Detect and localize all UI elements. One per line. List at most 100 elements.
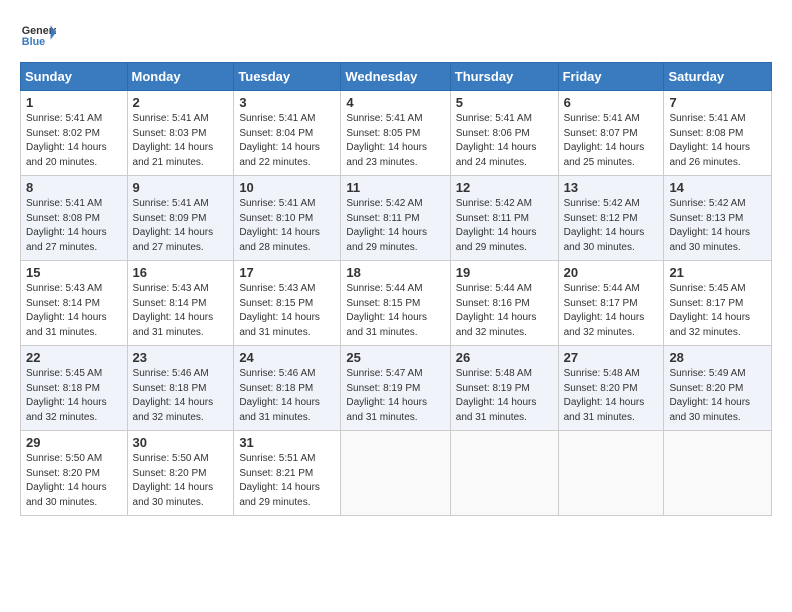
calendar-week-row: 1Sunrise: 5:41 AMSunset: 8:02 PMDaylight… — [21, 91, 772, 176]
header-thursday: Thursday — [450, 63, 558, 91]
day-info: Sunrise: 5:42 AMSunset: 8:13 PMDaylight:… — [669, 197, 766, 255]
day-info: Sunrise: 5:41 AMSunset: 8:08 PMDaylight:… — [669, 112, 766, 170]
day-number: 15 — [26, 265, 122, 280]
header-tuesday: Tuesday — [234, 63, 341, 91]
calendar-cell: 16Sunrise: 5:43 AMSunset: 8:14 PMDayligh… — [127, 261, 234, 346]
day-number: 7 — [669, 95, 766, 110]
day-info: Sunrise: 5:50 AMSunset: 8:20 PMDaylight:… — [133, 452, 229, 510]
day-info: Sunrise: 5:45 AMSunset: 8:17 PMDaylight:… — [669, 282, 766, 340]
calendar-cell: 18 Sunrise: 5:44 AMSunset: 8:15 PMDayligh… — [341, 261, 450, 346]
logo: General Blue — [20, 18, 56, 54]
day-info: Sunrise: 5:51 AMSunset: 8:21 PMDaylight:… — [239, 452, 335, 510]
calendar-cell: 31 Sunrise: 5:51 AMSunset: 8:21 PMDayligh… — [234, 431, 341, 516]
header-friday: Friday — [558, 63, 664, 91]
day-number: 11 — [346, 180, 444, 195]
calendar-cell: 17Sunrise: 5:43 AMSunset: 8:15 PMDayligh… — [234, 261, 341, 346]
day-info: Sunrise: 5:42 AMSunset: 8:11 PMDaylight:… — [456, 197, 553, 255]
day-info: Sunrise: 5:44 AMSunset: 8:15 PMDaylight:… — [346, 282, 444, 340]
day-number: 19 — [456, 265, 553, 280]
calendar-cell: 13 Sunrise: 5:42 AMSunset: 8:12 PMDayligh… — [558, 176, 664, 261]
day-number: 12 — [456, 180, 553, 195]
calendar-cell: 10 Sunrise: 5:41 AMSunset: 8:10 PMDayligh… — [234, 176, 341, 261]
calendar-cell: 9Sunrise: 5:41 AMSunset: 8:09 PMDaylight… — [127, 176, 234, 261]
calendar-cell: 28 Sunrise: 5:49 AMSunset: 8:20 PMDayligh… — [664, 346, 772, 431]
calendar-cell: 11 Sunrise: 5:42 AMSunset: 8:11 PMDayligh… — [341, 176, 450, 261]
calendar-week-row: 29 Sunrise: 5:50 AMSunset: 8:20 PMDayligh… — [21, 431, 772, 516]
day-number: 25 — [346, 350, 444, 365]
day-number: 26 — [456, 350, 553, 365]
day-number: 28 — [669, 350, 766, 365]
day-info: Sunrise: 5:41 AMSunset: 8:04 PMDaylight:… — [239, 112, 335, 170]
calendar-cell: 22Sunrise: 5:45 AMSunset: 8:18 PMDayligh… — [21, 346, 128, 431]
day-info: Sunrise: 5:50 AMSunset: 8:20 PMDaylight:… — [26, 452, 122, 510]
day-number: 17 — [239, 265, 335, 280]
calendar-cell: 15Sunrise: 5:43 AMSunset: 8:14 PMDayligh… — [21, 261, 128, 346]
calendar-table: SundayMondayTuesdayWednesdayThursdayFrid… — [20, 62, 772, 516]
day-number: 16 — [133, 265, 229, 280]
day-number: 4 — [346, 95, 444, 110]
day-number: 27 — [564, 350, 659, 365]
day-info: Sunrise: 5:45 AMSunset: 8:18 PMDaylight:… — [26, 367, 122, 425]
calendar-cell — [558, 431, 664, 516]
header-saturday: Saturday — [664, 63, 772, 91]
day-number: 18 — [346, 265, 444, 280]
day-number: 2 — [133, 95, 229, 110]
day-number: 10 — [239, 180, 335, 195]
calendar-cell: 8 Sunrise: 5:41 AMSunset: 8:08 PMDaylight… — [21, 176, 128, 261]
day-info: Sunrise: 5:41 AMSunset: 8:08 PMDaylight:… — [26, 197, 122, 255]
calendar-cell: 14Sunrise: 5:42 AMSunset: 8:13 PMDayligh… — [664, 176, 772, 261]
calendar-week-row: 22Sunrise: 5:45 AMSunset: 8:18 PMDayligh… — [21, 346, 772, 431]
day-info: Sunrise: 5:46 AMSunset: 8:18 PMDaylight:… — [239, 367, 335, 425]
calendar-cell: 12 Sunrise: 5:42 AMSunset: 8:11 PMDayligh… — [450, 176, 558, 261]
header-sunday: Sunday — [21, 63, 128, 91]
calendar-cell: 25 Sunrise: 5:47 AMSunset: 8:19 PMDayligh… — [341, 346, 450, 431]
calendar-cell: 21 Sunrise: 5:45 AMSunset: 8:17 PMDayligh… — [664, 261, 772, 346]
day-info: Sunrise: 5:41 AMSunset: 8:03 PMDaylight:… — [133, 112, 229, 170]
svg-text:Blue: Blue — [22, 36, 45, 48]
calendar-cell — [664, 431, 772, 516]
calendar-cell: 23Sunrise: 5:46 AMSunset: 8:18 PMDayligh… — [127, 346, 234, 431]
calendar-cell: 20Sunrise: 5:44 AMSunset: 8:17 PMDayligh… — [558, 261, 664, 346]
calendar-cell: 30 Sunrise: 5:50 AMSunset: 8:20 PMDayligh… — [127, 431, 234, 516]
calendar-cell: 5Sunrise: 5:41 AMSunset: 8:06 PMDaylight… — [450, 91, 558, 176]
calendar-week-row: 15Sunrise: 5:43 AMSunset: 8:14 PMDayligh… — [21, 261, 772, 346]
day-info: Sunrise: 5:41 AMSunset: 8:06 PMDaylight:… — [456, 112, 553, 170]
logo-icon: General Blue — [20, 18, 56, 54]
day-info: Sunrise: 5:48 AMSunset: 8:20 PMDaylight:… — [564, 367, 659, 425]
calendar-cell: 6Sunrise: 5:41 AMSunset: 8:07 PMDaylight… — [558, 91, 664, 176]
day-info: Sunrise: 5:46 AMSunset: 8:18 PMDaylight:… — [133, 367, 229, 425]
day-info: Sunrise: 5:42 AMSunset: 8:12 PMDaylight:… — [564, 197, 659, 255]
day-number: 31 — [239, 435, 335, 450]
day-info: Sunrise: 5:41 AMSunset: 8:07 PMDaylight:… — [564, 112, 659, 170]
day-number: 13 — [564, 180, 659, 195]
calendar-cell — [341, 431, 450, 516]
day-info: Sunrise: 5:47 AMSunset: 8:19 PMDaylight:… — [346, 367, 444, 425]
day-info: Sunrise: 5:49 AMSunset: 8:20 PMDaylight:… — [669, 367, 766, 425]
day-number: 24 — [239, 350, 335, 365]
calendar-cell: 27 Sunrise: 5:48 AMSunset: 8:20 PMDayligh… — [558, 346, 664, 431]
day-number: 29 — [26, 435, 122, 450]
day-number: 1 — [26, 95, 122, 110]
day-number: 30 — [133, 435, 229, 450]
calendar-cell: 29 Sunrise: 5:50 AMSunset: 8:20 PMDayligh… — [21, 431, 128, 516]
day-info: Sunrise: 5:44 AMSunset: 8:16 PMDaylight:… — [456, 282, 553, 340]
header-monday: Monday — [127, 63, 234, 91]
day-number: 21 — [669, 265, 766, 280]
calendar-cell: 7 Sunrise: 5:41 AMSunset: 8:08 PMDaylight… — [664, 91, 772, 176]
day-info: Sunrise: 5:42 AMSunset: 8:11 PMDaylight:… — [346, 197, 444, 255]
header-wednesday: Wednesday — [341, 63, 450, 91]
calendar-cell: 19 Sunrise: 5:44 AMSunset: 8:16 PMDayligh… — [450, 261, 558, 346]
day-info: Sunrise: 5:41 AMSunset: 8:09 PMDaylight:… — [133, 197, 229, 255]
calendar-cell — [450, 431, 558, 516]
calendar-cell: 26Sunrise: 5:48 AMSunset: 8:19 PMDayligh… — [450, 346, 558, 431]
day-info: Sunrise: 5:41 AMSunset: 8:10 PMDaylight:… — [239, 197, 335, 255]
calendar-cell: 2 Sunrise: 5:41 AMSunset: 8:03 PMDaylight… — [127, 91, 234, 176]
calendar-header-row: SundayMondayTuesdayWednesdayThursdayFrid… — [21, 63, 772, 91]
day-number: 20 — [564, 265, 659, 280]
calendar-cell: 4Sunrise: 5:41 AMSunset: 8:05 PMDaylight… — [341, 91, 450, 176]
calendar-cell: 3 Sunrise: 5:41 AMSunset: 8:04 PMDaylight… — [234, 91, 341, 176]
day-number: 8 — [26, 180, 122, 195]
calendar-cell: 1Sunrise: 5:41 AMSunset: 8:02 PMDaylight… — [21, 91, 128, 176]
day-number: 3 — [239, 95, 335, 110]
page-header: General Blue — [10, 10, 782, 58]
